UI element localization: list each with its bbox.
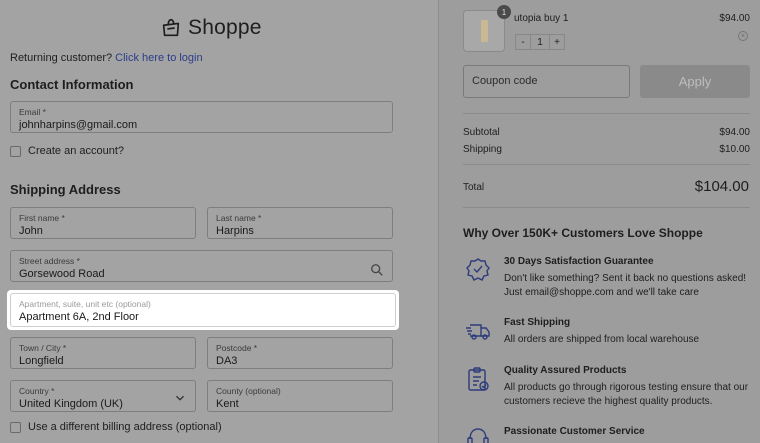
apply-coupon-button[interactable]: Apply xyxy=(640,65,750,98)
email-value: johnharpins@gmail.com xyxy=(19,119,138,131)
subtotal-label: Subtotal xyxy=(463,127,500,138)
quantity-stepper[interactable]: - 1 + xyxy=(515,34,565,50)
create-account-label: Create an account? xyxy=(28,145,125,157)
clipboard-check-icon xyxy=(468,367,489,391)
town-value: Longfield xyxy=(19,355,64,367)
billing-address-checkbox[interactable]: Use a different billing address (optiona… xyxy=(10,421,222,433)
divider xyxy=(463,207,750,208)
truck-icon xyxy=(466,324,490,340)
coupon-field[interactable] xyxy=(463,65,630,98)
town-label: Town / City * xyxy=(19,343,67,353)
town-field[interactable]: Town / City * Longfield xyxy=(10,337,196,369)
street-value: Gorsewood Road xyxy=(19,268,105,280)
returning-customer: Returning customer? Click here to login xyxy=(10,52,203,64)
coupon-input[interactable] xyxy=(472,75,622,87)
first-name-field[interactable]: First name * John xyxy=(10,207,196,239)
county-field[interactable]: County (optional) Kent xyxy=(207,380,393,412)
headset-icon xyxy=(467,428,489,443)
last-name-field[interactable]: Last name * Harpins xyxy=(207,207,393,239)
divider xyxy=(463,113,750,114)
county-label: County (optional) xyxy=(216,386,281,396)
feature-title: Fast Shipping xyxy=(504,317,571,328)
feature-title: 30 Days Satisfaction Guarantee xyxy=(504,256,654,267)
brand-name: Shoppe xyxy=(188,16,262,39)
postcode-field[interactable]: Postcode * DA3 xyxy=(207,337,393,369)
badge-check-icon xyxy=(466,258,490,281)
apartment-value: Apartment 6A, 2nd Floor xyxy=(19,311,139,323)
total-label: Total xyxy=(463,182,485,193)
county-value: Kent xyxy=(216,398,239,410)
checkbox-box[interactable] xyxy=(10,145,21,157)
quantity-badge: 1 xyxy=(497,5,511,19)
apartment-field[interactable]: Apartment, suite, unit etc (optional) Ap… xyxy=(10,293,396,327)
apartment-label: Apartment, suite, unit etc (optional) xyxy=(19,299,151,309)
street-address-field[interactable]: Street address * Gorsewood Road xyxy=(10,250,393,282)
qty-minus-button[interactable]: - xyxy=(515,34,531,50)
brand-logo[interactable]: Shoppe xyxy=(160,14,262,42)
country-value: United Kingdom (UK) xyxy=(19,398,123,410)
postcode-label: Postcode * xyxy=(216,343,258,353)
shopping-bag-icon xyxy=(162,18,180,37)
postcode-value: DA3 xyxy=(216,355,238,367)
contact-heading: Contact Information xyxy=(10,77,134,92)
qty-plus-button[interactable]: + xyxy=(549,34,565,50)
subtotal-value: $94.00 xyxy=(719,127,750,138)
shipping-value: $10.00 xyxy=(719,144,750,155)
email-field[interactable]: Email * johnharpins@gmail.com xyxy=(10,101,393,133)
feature-desc: Don't like something? Sent it back no qu… xyxy=(504,273,747,298)
create-account-checkbox[interactable]: Create an account? xyxy=(10,145,124,157)
last-name-value: Harpins xyxy=(216,225,254,237)
order-summary-panel: 1 utopia buy 1 $94.00 - 1 + × Apply Subt… xyxy=(438,0,760,443)
product-name: utopia buy 1 xyxy=(514,13,569,24)
login-link[interactable]: Click here to login xyxy=(115,52,202,64)
country-label: Country * xyxy=(19,386,55,396)
divider xyxy=(463,164,750,165)
first-name-value: John xyxy=(19,225,43,237)
checkbox-box[interactable] xyxy=(10,421,21,433)
shipping-label: Shipping xyxy=(463,144,502,155)
qty-value[interactable]: 1 xyxy=(531,34,549,50)
product-bottle-icon xyxy=(480,20,488,42)
returning-text: Returning customer? xyxy=(10,52,113,64)
shipping-heading: Shipping Address xyxy=(10,182,121,197)
feature-title: Quality Assured Products xyxy=(504,365,627,376)
email-label: Email * xyxy=(19,107,46,117)
search-icon[interactable] xyxy=(370,263,384,277)
country-select[interactable]: Country * United Kingdom (UK) xyxy=(10,380,196,412)
first-name-label: First name * xyxy=(19,213,65,223)
chevron-down-icon xyxy=(176,395,184,401)
why-heading: Why Over 150K+ Customers Love Shoppe xyxy=(463,226,703,240)
last-name-label: Last name * xyxy=(216,213,262,223)
remove-item-icon[interactable]: × xyxy=(738,31,748,41)
billing-diff-label: Use a different billing address (optiona… xyxy=(28,421,222,433)
feature-desc: All orders are shipped from local wareho… xyxy=(504,334,700,345)
street-label: Street address * xyxy=(19,256,80,266)
feature-desc: All products go through rigorous testing… xyxy=(504,382,749,407)
checkout-form-panel: Shoppe Returning customer? Click here to… xyxy=(0,0,438,443)
total-value: $104.00 xyxy=(694,178,749,195)
product-price: $94.00 xyxy=(719,13,750,24)
feature-title: Passionate Customer Service xyxy=(504,426,645,437)
